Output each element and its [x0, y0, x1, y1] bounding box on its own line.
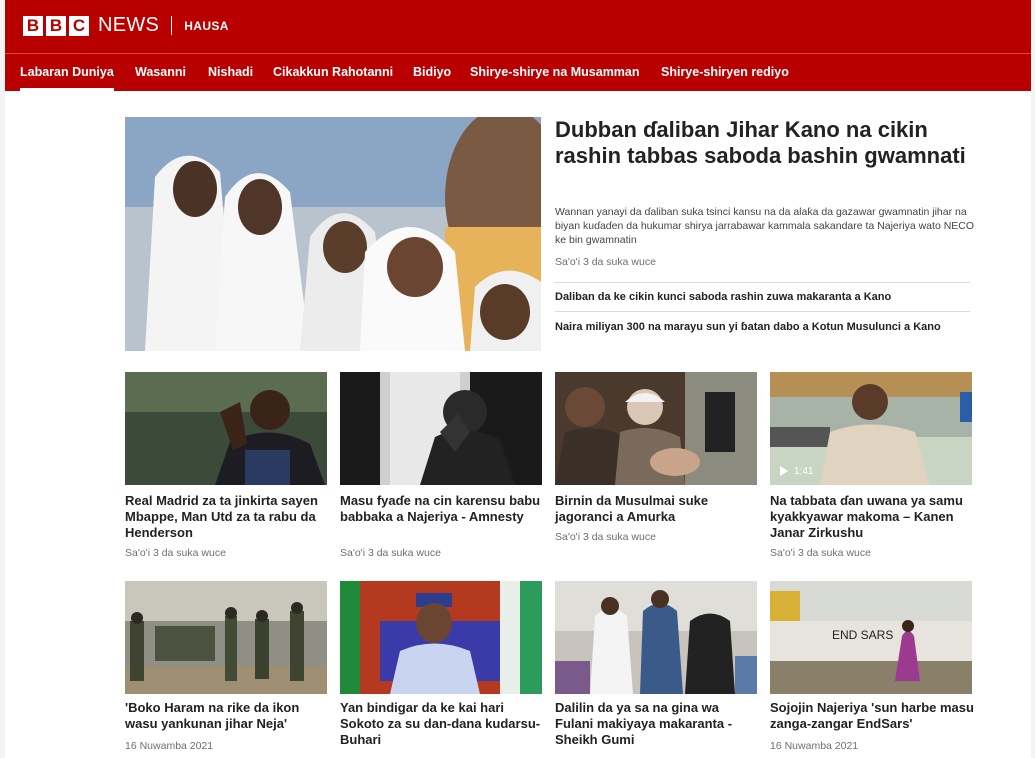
masthead: B B C NEWS HAUSA — [5, 0, 1031, 53]
page: B B C NEWS HAUSA Labaran Duniya Wasanni … — [5, 0, 1031, 758]
logo-divider — [171, 16, 173, 35]
story-title-zirkushu[interactable]: Na tabbata ɗan uwana ya samu kyakkyawar … — [770, 493, 975, 541]
nav-item-wasanni[interactable]: Wasanni — [135, 54, 186, 91]
related-divider — [555, 282, 970, 283]
story-timestamp: Sa'o'i 3 da suka wuce — [770, 547, 871, 559]
story-image-musulmai[interactable] — [555, 372, 757, 485]
logo-letter-c: C — [69, 15, 89, 36]
logo-language-text: HAUSA — [184, 18, 229, 33]
top-story-headline[interactable]: Dubban ɗaliban Jihar Kano na cikin rashi… — [555, 117, 975, 169]
related-link-2[interactable]: Naira miliyan 300 na marayu sun yi ɓatan… — [555, 319, 970, 335]
story-title-boko-haram[interactable]: 'Boko Haram na rike da ikon wasu yankuna… — [125, 700, 330, 732]
story-image-mbappe[interactable] — [125, 372, 327, 485]
nav-item-shirye-shiryen-rediyo[interactable]: Shirye-shiryen rediyo — [661, 54, 789, 91]
story-title-amnesty[interactable]: Masu fyaɗe na cin karensu babu babbaka a… — [340, 493, 545, 525]
top-story-image[interactable] — [125, 117, 541, 351]
bbc-news-hausa-logo[interactable]: B B C NEWS HAUSA — [23, 14, 229, 37]
nav-item-bidiyo[interactable]: Bidiyo — [413, 54, 451, 91]
story-image-endsars[interactable]: END SARS — [770, 581, 972, 694]
endsars-sign-text: END SARS — [832, 628, 893, 642]
story-image-boko-haram[interactable] — [125, 581, 327, 694]
story-timestamp: Sa'o'i 3 da suka wuce — [555, 531, 656, 543]
video-duration-badge: 1:41 — [780, 464, 813, 478]
story-title-sheikh-gumi[interactable]: Dalilin da ya sa na gina wa Fulani makiy… — [555, 700, 760, 748]
story-timestamp: 16 Nuwamba 2021 — [125, 740, 214, 752]
logo-news-text: NEWS — [98, 14, 160, 36]
story-timestamp: Sa'o'i 3 da suka wuce — [340, 547, 441, 559]
video-duration: 1:41 — [794, 465, 814, 477]
story-image-sheikh-gumi[interactable] — [555, 581, 757, 694]
nav-item-shirye-shirye-na-musamman[interactable]: Shirye-shirye na Musamman — [470, 54, 640, 91]
story-timestamp: Sa'o'i 3 da suka wuce — [125, 547, 226, 559]
related-link-1[interactable]: Daliban da ke cikin kunci saboda rashin … — [555, 289, 970, 305]
nav-item-nishadi[interactable]: Nishadi — [208, 54, 253, 91]
related-divider — [555, 311, 970, 312]
primary-nav: Labaran Duniya Wasanni Nishadi Cikakkun … — [5, 53, 1031, 91]
story-title-buhari[interactable]: Yan bindigar da ke kai hari Sokoto za su… — [340, 700, 545, 748]
story-timestamp: 16 Nuwamba 2021 — [770, 740, 859, 752]
logo-letter-b1: B — [23, 15, 43, 36]
top-story-timestamp: Sa'o'i 3 da suka wuce — [555, 256, 656, 268]
logo-letter-b2: B — [46, 15, 66, 36]
story-image-buhari[interactable] — [340, 581, 542, 694]
story-title-endsars[interactable]: Sojojin Najeriya 'sun harbe masu zanga-z… — [770, 700, 975, 732]
nav-item-labaran-duniya[interactable]: Labaran Duniya — [20, 54, 114, 91]
play-icon — [780, 466, 788, 476]
story-title-musulmai[interactable]: Birnin da Musulmai suke jagoranci a Amur… — [555, 493, 760, 525]
nav-item-cikakkun-rahotanni[interactable]: Cikakkun Rahotanni — [273, 54, 393, 91]
story-image-amnesty[interactable] — [340, 372, 542, 485]
story-title-mbappe[interactable]: Real Madrid za ta jinkirta sayen Mbappe,… — [125, 493, 330, 541]
top-story-summary: Wannan yanayi da ɗaliban suka tsinci kan… — [555, 206, 975, 246]
